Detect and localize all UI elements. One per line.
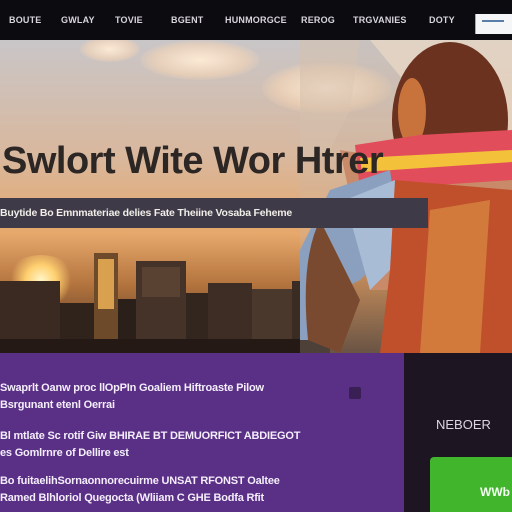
content-line-4: es Gomlrnre of Dellire est [0, 447, 129, 459]
nav-item-6[interactable]: REROG [301, 15, 335, 27]
hero-banner: Swlort Wite Wor Htrer Buytide Bo Emnmate… [0, 40, 512, 353]
nav-item-2[interactable]: GWLAY [61, 15, 95, 27]
cloud-image [80, 40, 140, 62]
hero-subtitle-bar: Buytide Bo Emnmateriae delies Fate Theii… [0, 198, 428, 228]
nav-item-4[interactable]: BGENT [171, 15, 204, 27]
square-icon [349, 387, 361, 399]
primary-action-button[interactable]: WWb [430, 457, 512, 512]
content-line-2: Bsrgunant etenl Oerrai [0, 399, 115, 411]
content-line-5: Bo fuitaelihSornaonnorecuirme UNSAT RFON… [0, 475, 280, 487]
sidebar-panel: NEBOER WWb [404, 353, 512, 512]
hero-title: Swlort Wite Wor Htrer [2, 140, 384, 182]
nav-cta-button[interactable] [475, 14, 512, 34]
cta-bar-icon [482, 20, 504, 22]
sidebar-label: NEBOER [436, 417, 491, 432]
nav-item-1[interactable]: BOUTE [9, 15, 42, 27]
nav-item-5[interactable]: HUNMORGCE [225, 15, 287, 27]
content-line-3: Bl mtlate Sc rotif Giw BHIRAE BT DEMUORF… [0, 430, 301, 442]
primary-action-label: WWb [480, 485, 510, 499]
person-photo [300, 40, 512, 353]
content-line-6: Ramed Blhloriol Quegocta (Wliiam C GHE B… [0, 492, 264, 504]
content-line-1: Swaprlt Oanw proc llOpPIn Goaliem Hiftro… [0, 382, 264, 394]
nav-item-3[interactable]: TOVIE [115, 15, 143, 27]
nav-item-8[interactable]: DOTY [429, 15, 455, 27]
top-navigation: BOUTE GWLAY TOVIE BGENT HUNMORGCE REROG … [0, 0, 512, 40]
content-panel: Swaprlt Oanw proc llOpPIn Goaliem Hiftro… [0, 353, 404, 512]
hero-subtitle: Buytide Bo Emnmateriae delies Fate Theii… [0, 207, 293, 219]
cloud-image [140, 40, 260, 80]
city-skyline-image [0, 253, 330, 353]
nav-item-7[interactable]: TRGVANIES [353, 15, 407, 27]
